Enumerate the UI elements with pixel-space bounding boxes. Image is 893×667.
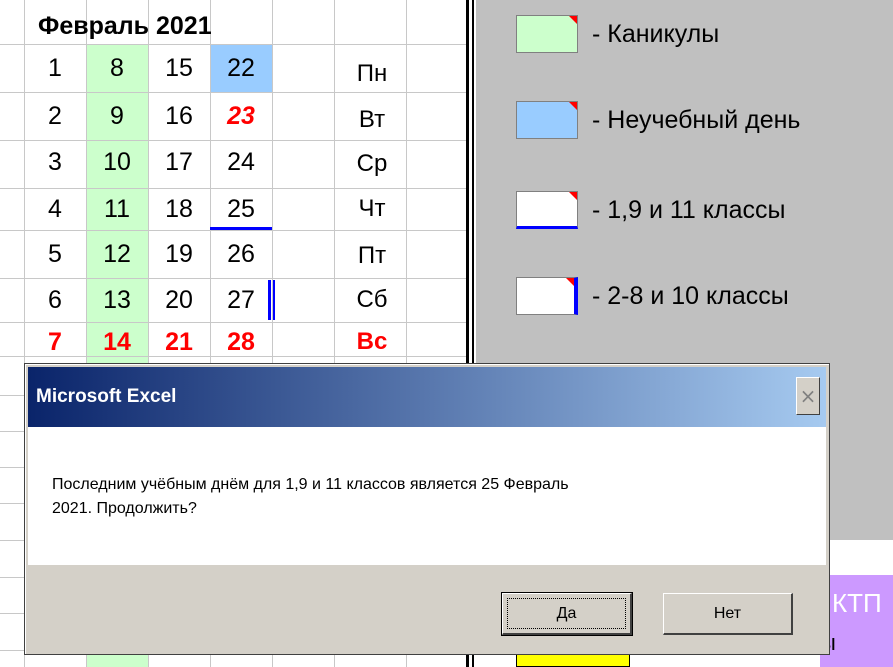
weekday-label: Сб xyxy=(356,286,388,313)
day-cell[interactable]: 22 xyxy=(210,44,272,92)
legend-label: - 1,9 и 11 классы xyxy=(592,195,786,224)
day-cell[interactable]: 13 xyxy=(86,276,148,324)
weekday-label: Пт xyxy=(357,242,387,269)
weekday-label: Ср xyxy=(356,150,388,177)
dialog-message: Последним учёбным днём для 1,9 и 11 клас… xyxy=(52,473,792,521)
day-cell-sunday[interactable]: 14 xyxy=(86,318,148,366)
weekday-label: Вт xyxy=(358,106,386,133)
day-cell[interactable]: 16 xyxy=(148,92,210,140)
day-cell[interactable]: 10 xyxy=(86,138,148,186)
day-cell[interactable]: 12 xyxy=(86,230,148,278)
day-cell[interactable]: 27 xyxy=(210,276,272,324)
yes-button[interactable]: Да xyxy=(501,592,633,636)
bottom-line-swatch xyxy=(516,191,578,229)
day-cell[interactable]: 6 xyxy=(24,276,86,324)
day-cell[interactable]: 2 xyxy=(24,92,86,140)
day-cell[interactable]: 17 xyxy=(148,138,210,186)
day-cell[interactable]: 8 xyxy=(86,44,148,92)
legend-item-holidays: - Каникулы xyxy=(516,10,719,58)
legend-item-non-school-day: - Неучебный день xyxy=(516,96,800,144)
day-cell[interactable]: 15 xyxy=(148,44,210,92)
day-cell-sunday[interactable]: 28 xyxy=(210,318,272,366)
legend-label: - Каникулы xyxy=(592,19,720,48)
ktp-label: КТП xyxy=(832,588,882,618)
dialog-message-area: Последним учёбным днём для 1,9 и 11 клас… xyxy=(28,427,826,565)
day-cell[interactable]: 5 xyxy=(24,230,86,278)
legend-item-classes-1-9-11: - 1,9 и 11 классы xyxy=(516,186,785,234)
day-cell[interactable]: 3 xyxy=(24,138,86,186)
holiday-swatch xyxy=(516,15,578,53)
right-line-swatch xyxy=(516,277,578,315)
month-title: Февраль 2021 xyxy=(38,12,212,40)
message-line: 2021. Продолжить? xyxy=(52,500,197,517)
message-line: Последним учёбным днём для 1,9 и 11 клас… xyxy=(52,476,569,493)
day-cell[interactable]: 24 xyxy=(210,138,272,186)
legend-label: - 2-8 и 10 классы xyxy=(592,281,789,310)
day-cell[interactable]: 9 xyxy=(86,92,148,140)
non-school-day-swatch xyxy=(516,101,578,139)
focus-rect xyxy=(507,598,626,629)
day-cell[interactable]: 1 xyxy=(24,44,86,92)
day-cell-sunday[interactable]: 7 xyxy=(24,318,86,366)
weekday-label: Пн xyxy=(356,60,388,87)
dialog-titlebar[interactable]: Microsoft Excel × xyxy=(28,367,826,427)
no-button-label: Нет xyxy=(713,604,742,622)
weekday-label-sunday: Вс xyxy=(356,328,388,355)
legend-label: - Неучебный день xyxy=(592,105,801,134)
day-cell[interactable]: 4 xyxy=(24,185,86,233)
weekday-label: Чт xyxy=(358,195,386,222)
day-cell-holiday[interactable]: 23 xyxy=(210,92,272,140)
close-icon[interactable]: × xyxy=(796,377,820,415)
no-button[interactable]: Нет xyxy=(663,593,793,635)
day-cell[interactable]: 20 xyxy=(148,276,210,324)
last-day-marker-1-9-11 xyxy=(210,227,272,230)
day-cell-sunday[interactable]: 21 xyxy=(148,318,210,366)
last-day-marker-2-8-10 xyxy=(268,280,271,320)
day-cell[interactable]: 25 xyxy=(210,185,272,233)
last-day-marker-2-8-10 xyxy=(273,280,275,320)
day-cell[interactable]: 18 xyxy=(148,185,210,233)
day-cell[interactable]: 11 xyxy=(86,185,148,233)
day-cell[interactable]: 19 xyxy=(148,230,210,278)
legend-item-classes-2-8-10: - 2-8 и 10 классы xyxy=(516,272,789,320)
message-dialog: Microsoft Excel × Последним учёбным днём… xyxy=(24,363,830,655)
day-cell[interactable]: 26 xyxy=(210,230,272,278)
dialog-title: Microsoft Excel xyxy=(36,386,177,407)
